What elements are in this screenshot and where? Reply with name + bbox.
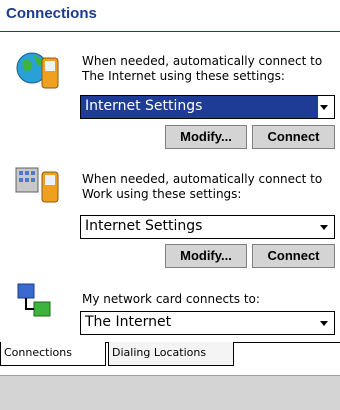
network-card-dropdown[interactable]: The Internet xyxy=(80,311,335,335)
internet-connect-button[interactable]: Connect xyxy=(252,125,335,149)
work-modify-button[interactable]: Modify... xyxy=(165,244,247,268)
window-title-bar: Connections xyxy=(0,0,340,32)
work-connect-button[interactable]: Connect xyxy=(252,244,335,268)
dropdown-value: The Internet xyxy=(85,314,172,330)
chevron-down-icon xyxy=(320,321,328,326)
globe-phone-icon xyxy=(14,48,64,92)
internet-modify-button[interactable]: Modify... xyxy=(165,125,247,149)
command-bar xyxy=(0,375,340,410)
tab-bar: Connections Dialing Locations xyxy=(0,342,340,370)
tab-dialing-locations[interactable]: Dialing Locations xyxy=(108,342,234,366)
dropdown-value: Internet Settings xyxy=(85,98,203,114)
work-settings-dropdown[interactable]: Internet Settings xyxy=(80,215,335,239)
page-title: Connections xyxy=(6,5,97,22)
dropdown-value: Internet Settings xyxy=(85,218,203,234)
internet-description: When needed, automatically connect to Th… xyxy=(82,54,323,83)
internet-settings-dropdown[interactable]: Internet Settings xyxy=(80,95,335,119)
network-card-icon xyxy=(14,280,64,324)
tab-connections[interactable]: Connections xyxy=(0,342,106,366)
chevron-down-icon xyxy=(320,225,328,230)
chevron-down-icon xyxy=(320,105,328,110)
work-description: When needed, automatically connect to Wo… xyxy=(82,172,323,201)
office-phone-icon xyxy=(14,162,64,206)
network-card-description: My network card connects to: xyxy=(82,292,260,306)
